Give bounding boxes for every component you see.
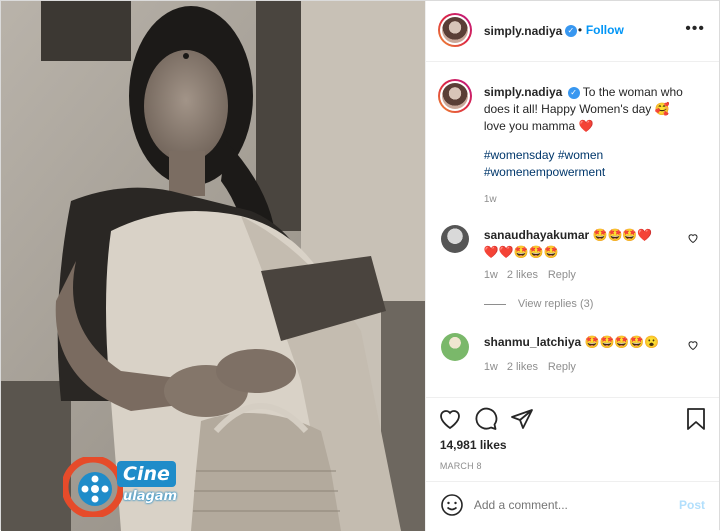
comment-time[interactable]: 1w [484, 269, 498, 281]
post-container: Cine ulagam simply.nadiya ✓ • Follow •••… [0, 0, 720, 531]
comment-reply-button[interactable]: Reply [548, 361, 576, 373]
view-replies-line [483, 304, 506, 305]
comment-box-divider [425, 481, 719, 482]
watermark-text-ulagam: ulagam [123, 489, 178, 504]
comment-reply-button[interactable]: Reply [548, 269, 576, 281]
more-options-icon[interactable]: ••• [685, 21, 705, 37]
watermark-logo: Cine ulagam [63, 457, 193, 517]
watermark-text-cine: Cine [117, 461, 176, 487]
caption-hashtags[interactable]: #womensday #women #womenempowerment [484, 147, 644, 181]
author-username[interactable]: simply.nadiya [484, 24, 562, 38]
follow-button[interactable]: Follow [586, 23, 624, 37]
comment-bubble-icon[interactable] [474, 407, 498, 431]
post-side-panel: simply.nadiya ✓ • Follow ••• simply.nadi… [424, 1, 719, 531]
film-reel-icon [63, 457, 123, 517]
comment-username[interactable]: sanaudhayakumar [484, 228, 589, 242]
header-divider [425, 61, 719, 62]
comment-likes[interactable]: 2 likes [507, 269, 538, 281]
add-comment-input[interactable] [473, 495, 664, 515]
comment-like-heart-icon[interactable] [687, 232, 699, 244]
comment-username[interactable]: shanmu_latchiya [484, 335, 581, 349]
caption-avatar[interactable] [437, 79, 472, 113]
comment-body: shanmu_latchiya 🤩🤩🤩🤩😮 [484, 334, 674, 351]
post-date[interactable]: MARCH 8 [440, 461, 482, 471]
save-bookmark-icon[interactable] [685, 407, 707, 431]
view-replies-button[interactable]: View replies (3) [518, 298, 594, 310]
comment-body: sanaudhayakumar 🤩🤩🤩❤️ ❤️❤️🤩🤩🤩 [484, 227, 664, 261]
author-avatar[interactable] [437, 13, 472, 47]
share-send-icon[interactable] [510, 407, 534, 431]
caption-time[interactable]: 1w [484, 194, 497, 205]
verified-badge-icon: ✓ [567, 86, 580, 99]
comment-time[interactable]: 1w [484, 361, 498, 373]
caption-block: simply.nadiya ✓ To the woman who does it… [484, 84, 694, 135]
emoji-smiley-icon[interactable] [440, 493, 464, 517]
actions-divider [425, 397, 719, 398]
header-separator: • [577, 23, 583, 37]
portrait-image [1, 1, 425, 531]
post-header: simply.nadiya ✓ • Follow ••• [426, 1, 719, 61]
like-heart-icon[interactable] [438, 407, 462, 431]
likes-count[interactable]: 14,981 likes [440, 438, 507, 452]
comment-text: 🤩🤩🤩🤩😮 [584, 335, 660, 349]
caption-username[interactable]: simply.nadiya [484, 85, 562, 99]
verified-badge-icon: ✓ [564, 25, 577, 37]
comment-likes[interactable]: 2 likes [507, 361, 538, 373]
commenter-avatar[interactable] [440, 225, 469, 253]
commenter-avatar[interactable] [440, 333, 469, 361]
post-comment-button[interactable]: Post [679, 498, 705, 512]
post-photo[interactable]: Cine ulagam [1, 1, 425, 531]
comment-like-heart-icon[interactable] [687, 339, 699, 351]
